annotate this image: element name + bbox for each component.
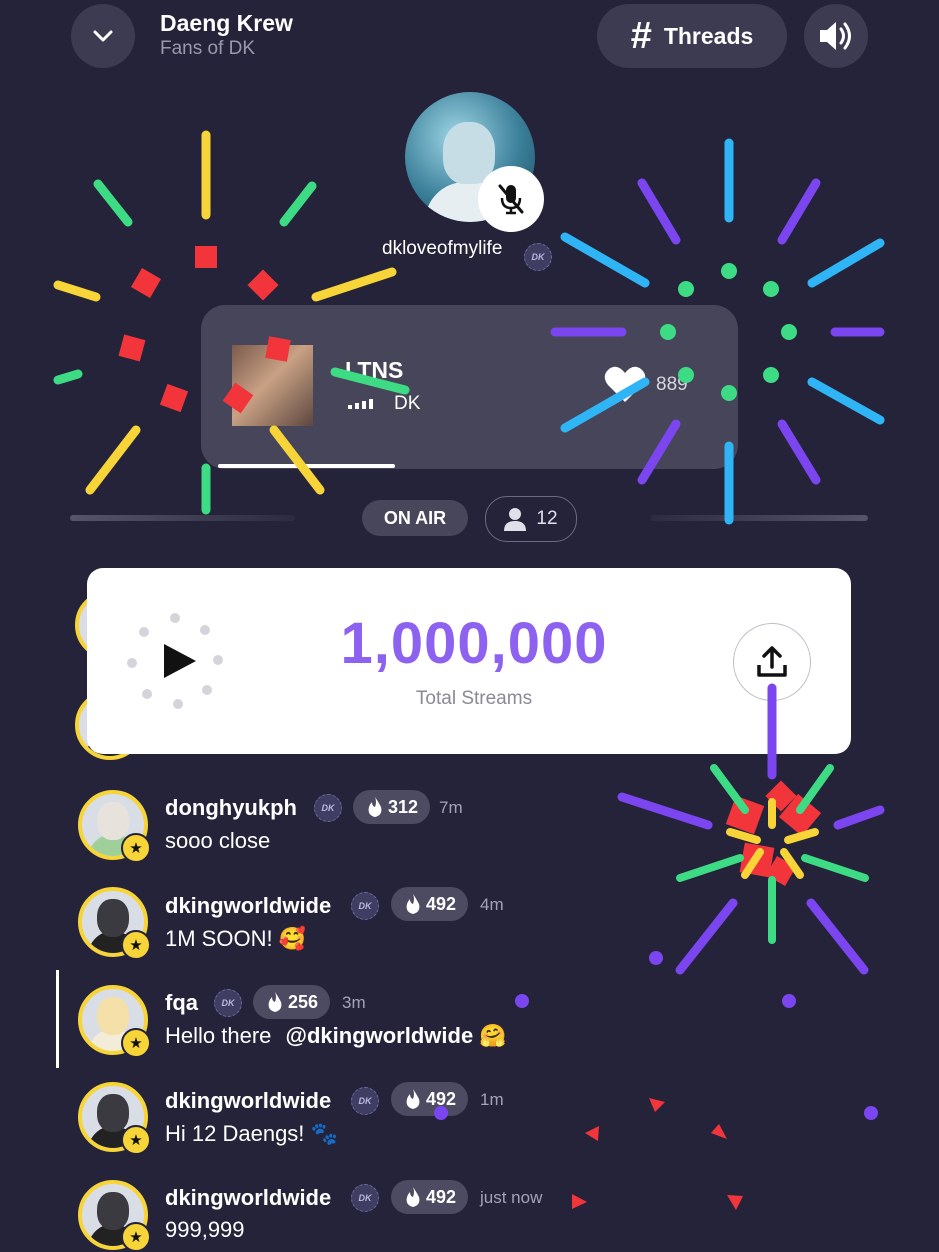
score-value: 256 bbox=[288, 991, 319, 1012]
comment-time: 4m bbox=[480, 895, 504, 914]
share-button[interactable] bbox=[733, 623, 811, 701]
comment-username[interactable]: donghyukph bbox=[165, 795, 297, 821]
star-icon: ★ bbox=[121, 833, 151, 863]
heart-icon[interactable] bbox=[603, 364, 647, 404]
sound-button[interactable] bbox=[804, 4, 868, 68]
hug-emoji: 🤗 bbox=[479, 1023, 507, 1048]
song-progress bbox=[218, 464, 395, 468]
song-title: LTNS bbox=[345, 357, 404, 383]
share-icon bbox=[757, 646, 787, 677]
on-air-badge: ON AIR bbox=[362, 500, 468, 536]
star-icon: ★ bbox=[121, 1125, 151, 1155]
comment-username[interactable]: dkingworldwide bbox=[165, 1185, 331, 1211]
host-username: dkloveofmylife bbox=[382, 238, 503, 259]
comment-time: 1m bbox=[480, 1090, 504, 1109]
reply-indicator bbox=[56, 970, 59, 1068]
room-title: Daeng Krew bbox=[160, 10, 293, 36]
chevron-down-icon bbox=[93, 30, 113, 42]
listener-count: 12 bbox=[536, 508, 558, 529]
score-badge: 492 bbox=[391, 1180, 469, 1214]
comment-text: 1M SOON! 🥰 bbox=[165, 926, 307, 951]
comment-text: 999,999 bbox=[165, 1217, 245, 1242]
comment-time: just now bbox=[480, 1188, 543, 1207]
speaker-icon bbox=[820, 22, 851, 50]
comment-text: Hi 12 Daengs! 🐾 bbox=[165, 1121, 338, 1146]
comment-text: Hello there @dkingworldwide 🤗 bbox=[165, 1023, 507, 1049]
hash-icon: # bbox=[630, 15, 652, 57]
score-badge: 492 bbox=[391, 887, 469, 921]
flame-icon bbox=[368, 797, 382, 817]
comment-text: sooo close bbox=[165, 828, 271, 853]
comment-time: 7m bbox=[439, 798, 463, 817]
total-streams-label: Total Streams bbox=[415, 688, 533, 709]
threads-button[interactable]: # Threads bbox=[597, 4, 787, 68]
dk-badge: DK bbox=[214, 989, 242, 1017]
listeners-button[interactable]: 12 bbox=[485, 496, 577, 542]
score-badge: 256 bbox=[253, 985, 331, 1019]
score-value: 492 bbox=[426, 893, 457, 914]
dk-badge: DK bbox=[351, 1087, 379, 1115]
person-icon bbox=[504, 508, 527, 531]
score-value: 312 bbox=[388, 796, 419, 817]
song-artist: DK bbox=[394, 393, 421, 414]
dk-badge: DK bbox=[351, 1184, 379, 1212]
like-count: 889 bbox=[656, 374, 688, 395]
divider bbox=[70, 515, 295, 521]
flame-icon bbox=[268, 992, 282, 1012]
comment-text-body: Hello there bbox=[165, 1023, 272, 1048]
flame-icon bbox=[406, 1089, 420, 1109]
equalizer-icon bbox=[348, 399, 373, 409]
room-subtitle: Fans of DK bbox=[160, 38, 256, 59]
dk-badge: DK bbox=[351, 892, 379, 920]
score-value: 492 bbox=[426, 1088, 457, 1109]
score-value: 492 bbox=[426, 1186, 457, 1207]
comment-time: 3m bbox=[342, 993, 366, 1012]
collapse-button[interactable] bbox=[71, 4, 135, 68]
comment-username[interactable]: fqa bbox=[165, 990, 198, 1016]
album-cover bbox=[232, 345, 313, 426]
flame-icon bbox=[406, 1187, 420, 1207]
comment-username[interactable]: dkingworldwide bbox=[165, 893, 331, 919]
score-badge: 312 bbox=[353, 790, 431, 824]
divider bbox=[650, 515, 868, 521]
dk-badge: DK bbox=[524, 243, 552, 271]
star-icon: ★ bbox=[121, 1028, 151, 1058]
mention-link[interactable]: @dkingworldwide bbox=[286, 1023, 474, 1048]
threads-label: Threads bbox=[663, 22, 754, 49]
mute-badge bbox=[478, 166, 544, 232]
star-icon: ★ bbox=[121, 930, 151, 960]
comment-username[interactable]: dkingworldwide bbox=[165, 1088, 331, 1114]
flame-icon bbox=[406, 894, 420, 914]
mic-off-icon bbox=[498, 184, 524, 215]
score-badge: 492 bbox=[391, 1082, 469, 1116]
star-icon: ★ bbox=[121, 1222, 151, 1252]
dk-badge: DK bbox=[314, 794, 342, 822]
